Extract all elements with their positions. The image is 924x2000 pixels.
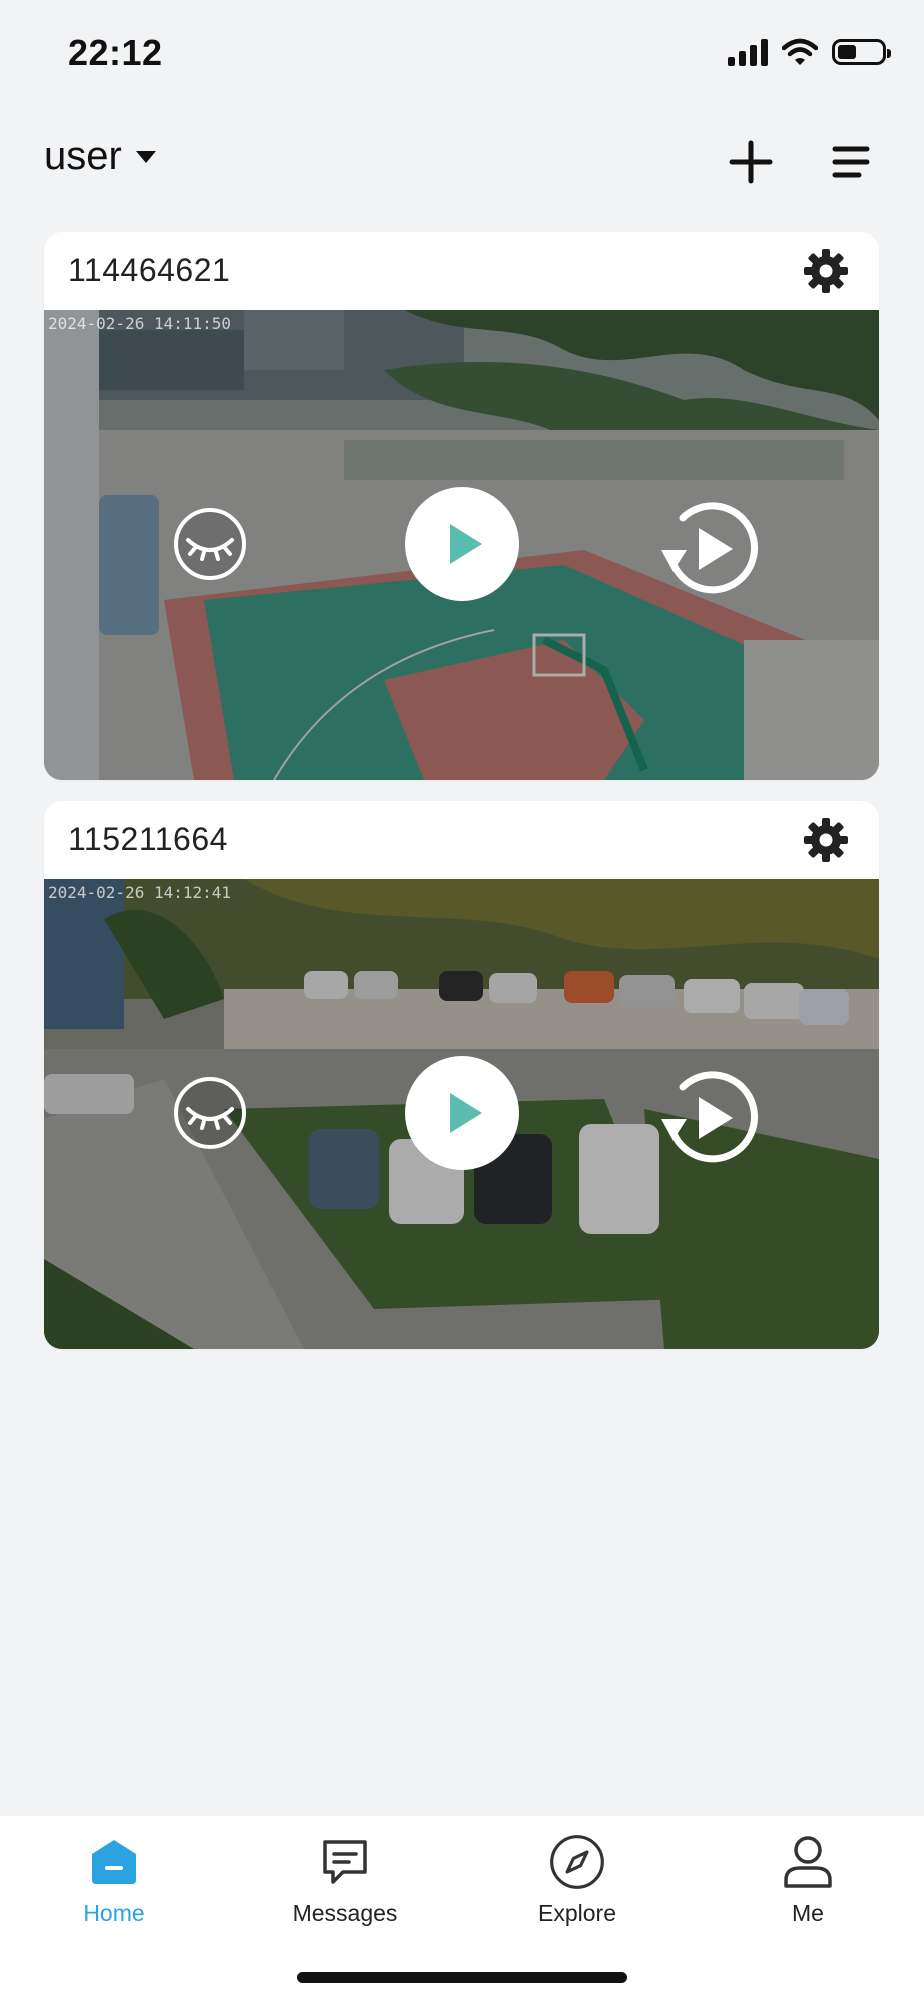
wifi-icon	[782, 38, 818, 65]
status-icons	[728, 38, 891, 66]
device-card-header: 114464621	[44, 232, 879, 310]
home-icon	[86, 1834, 142, 1890]
tab-explore[interactable]: Explore	[487, 1816, 667, 1936]
playback-history-icon[interactable]	[653, 492, 767, 606]
tab-messages[interactable]: Messages	[255, 1816, 435, 1936]
gear-icon[interactable]	[801, 815, 851, 865]
play-button[interactable]	[405, 1056, 519, 1170]
device-id: 115211664	[68, 821, 228, 857]
gear-icon[interactable]	[801, 246, 851, 296]
playback-history-icon[interactable]	[653, 1061, 767, 1175]
message-icon	[317, 1834, 373, 1890]
video-timestamp: 2024-02-26 14:12:41	[48, 883, 232, 902]
account-name: user	[44, 134, 122, 178]
device-card[interactable]: 115211664 2024-02-26 14:12:41	[44, 801, 879, 1349]
account-switcher[interactable]: user	[44, 134, 156, 179]
status-bar: 22:12	[0, 0, 924, 110]
privacy-eye-closed-icon[interactable]	[172, 506, 248, 582]
tab-home[interactable]: Home	[24, 1816, 204, 1936]
add-device-button[interactable]	[723, 134, 779, 190]
tab-label: Me	[792, 1900, 824, 1926]
tab-label: Home	[83, 1900, 145, 1926]
device-id: 114464621	[68, 252, 231, 288]
cellular-signal-icon	[728, 38, 768, 66]
tab-label: Explore	[538, 1900, 616, 1926]
home-indicator	[297, 1972, 627, 1983]
compass-icon	[549, 1834, 605, 1890]
camera-preview[interactable]: 2024-02-26 14:11:50	[44, 310, 879, 780]
play-button[interactable]	[405, 487, 519, 601]
battery-icon	[832, 39, 891, 65]
video-timestamp: 2024-02-26 14:11:50	[48, 314, 232, 333]
device-card-header: 115211664	[44, 801, 879, 879]
header: user	[0, 120, 924, 200]
caret-down-icon	[135, 150, 156, 163]
plus-icon	[729, 140, 773, 184]
tab-me[interactable]: Me	[718, 1816, 898, 1936]
play-icon	[450, 524, 482, 564]
privacy-eye-closed-icon[interactable]	[172, 1075, 248, 1151]
status-time: 22:12	[68, 32, 163, 73]
menu-button[interactable]	[823, 134, 879, 190]
device-card[interactable]: 114464621 2024-02-26 14:11:50	[44, 232, 879, 780]
person-icon	[780, 1834, 836, 1890]
menu-icon	[832, 146, 870, 178]
tab-label: Messages	[292, 1900, 398, 1926]
play-icon	[450, 1093, 482, 1133]
camera-preview[interactable]: 2024-02-26 14:12:41	[44, 879, 879, 1349]
